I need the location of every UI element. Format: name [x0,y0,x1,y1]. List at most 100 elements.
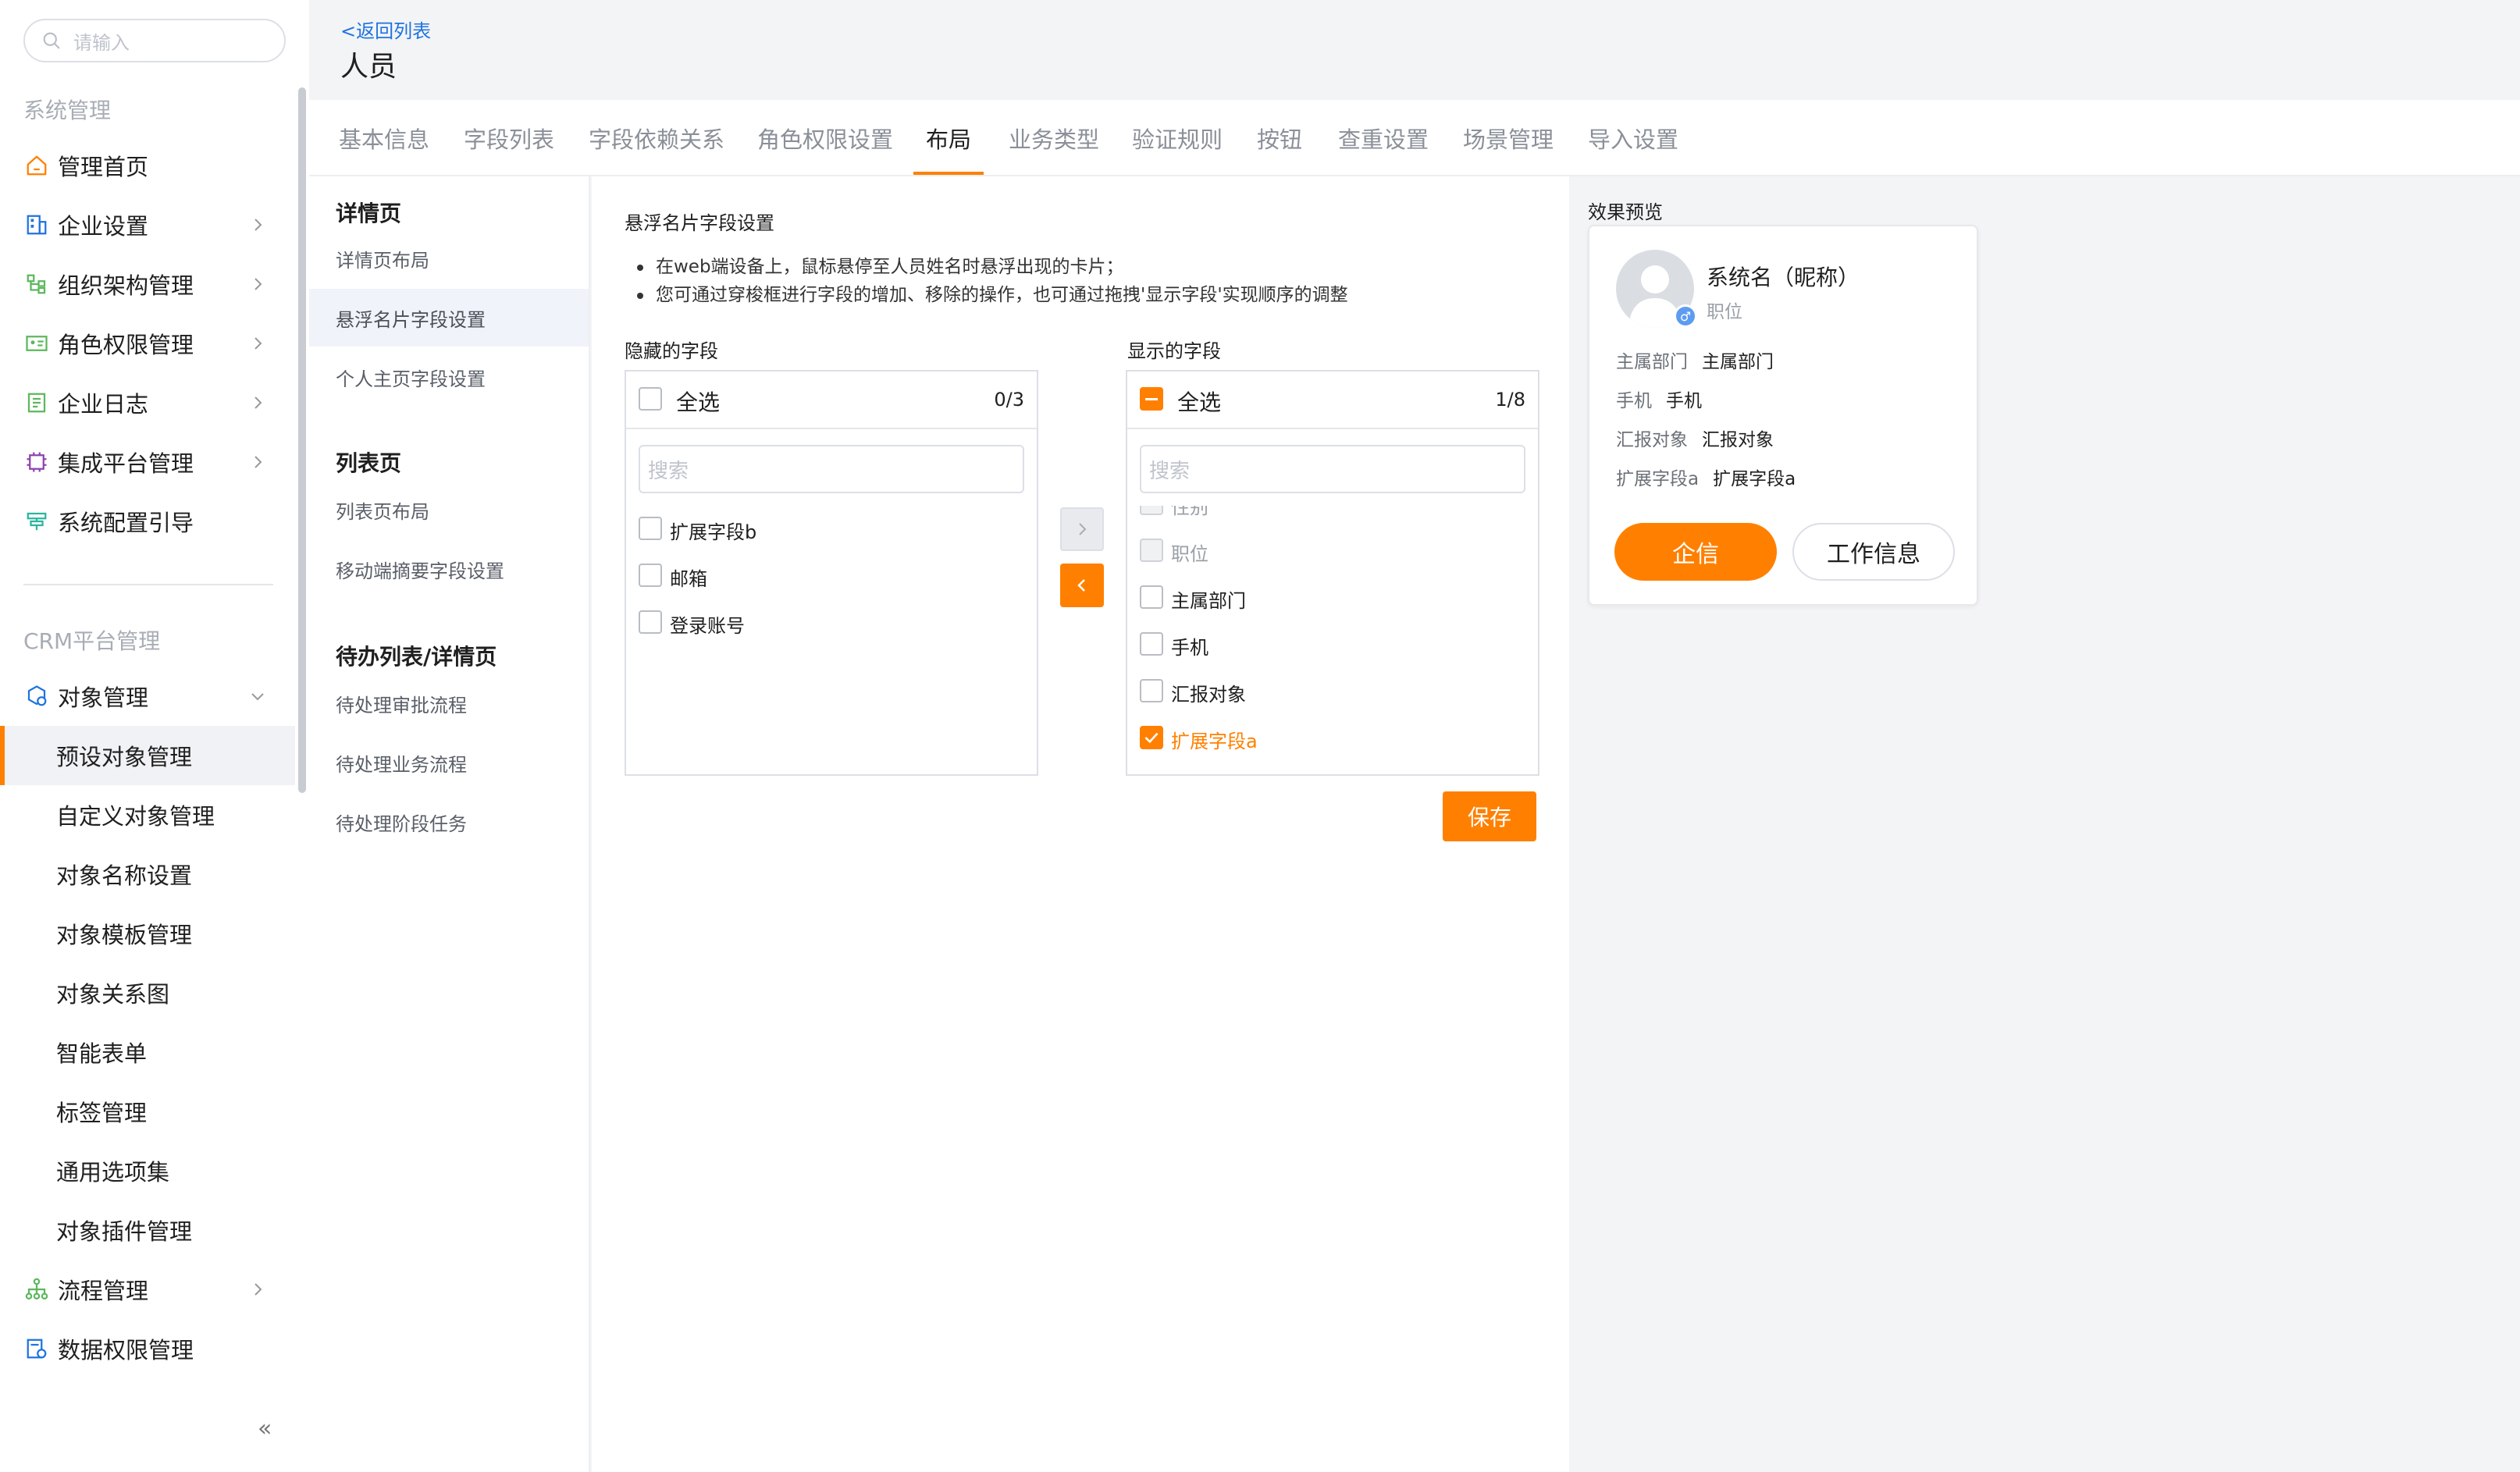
menu-item-todo-stage[interactable]: 待处理阶段任务 [309,793,589,851]
list-item[interactable]: 性别 [1140,506,1514,520]
nav-label: 对象名称设置 [56,862,193,889]
group-title-crm: CRM平台管理 [23,628,161,654]
nav-label: 数据权限管理 [58,1337,194,1364]
move-right-button[interactable] [1060,507,1104,551]
field-checkbox[interactable] [639,517,662,540]
tab-basic-info[interactable]: 基本信息 [339,122,429,155]
list-item[interactable]: 手机 [1140,629,1514,660]
field-label: 扩展字段a [1171,731,1258,752]
hidden-search-input[interactable]: 搜索 [639,445,1024,493]
chevron-right-icon [1079,523,1087,535]
chevron-right-icon [254,456,262,468]
shown-fields-label: 显示的字段 [1127,340,1221,362]
nav-item-enterprise[interactable]: 企业设置 [0,195,295,254]
move-left-button[interactable] [1060,564,1104,607]
tab-buttons[interactable]: 按钮 [1257,122,1302,155]
menu-item-list-layout[interactable]: 列表页布局 [309,481,589,539]
shown-field-list[interactable]: 性别 职位 主属部门 手机 汇报对象 扩展字段a [1127,506,1538,771]
field-checkbox[interactable] [1140,585,1163,609]
tab-field-dependency[interactable]: 字段依赖关系 [589,122,724,155]
nav-item-integration[interactable]: 集成平台管理 [0,432,295,492]
field-checkbox [1140,539,1163,562]
nav-sub-item[interactable]: 自定义对象管理 [0,785,295,844]
tab-business-type[interactable]: 业务类型 [1009,122,1099,155]
shown-search-input[interactable]: 搜索 [1140,445,1525,493]
field-label: 性别 [1171,506,1208,518]
preview-area: 效果预览 ♂ 系统名（昵称） 职位 主属部门 主属部门 手机 手机 汇报对象 汇报对象… [1569,176,2520,1472]
nav-label: 对象模板管理 [56,922,193,948]
work-info-button[interactable]: 工作信息 [1792,523,1955,581]
nav-item-role[interactable]: 角色权限管理 [0,314,295,373]
sidebar-scrollbar[interactable] [298,87,306,793]
back-to-list-link[interactable]: <返回列表 [340,16,431,43]
field-label: 手机 [1171,637,1208,659]
menu-item-todo-approval[interactable]: 待处理审批流程 [309,674,589,732]
tab-field-list[interactable]: 字段列表 [464,122,554,155]
sidebar-search-input[interactable]: 请输入 [23,19,286,62]
nav-item-org[interactable]: 组织架构管理 [0,254,295,314]
list-item[interactable]: 邮箱 [639,560,1013,592]
select-all-checkbox[interactable] [1140,387,1163,411]
list-item[interactable]: 汇报对象 [1140,676,1514,707]
menu-item-hover-card[interactable]: 悬浮名片字段设置 [309,289,589,347]
tab-role-permission[interactable]: 角色权限设置 [757,122,893,155]
log-icon [23,389,50,416]
sidebar: 请输入 系统管理 管理首页 企业设置 组织架构管理 角色权限管理 企业日志 集成… [0,0,309,1472]
list-item[interactable]: 主属部门 [1140,582,1514,613]
nav-item-config-guide[interactable]: 系统配置引导 [0,492,295,551]
nav-item-object-manage[interactable]: 对象管理 [0,667,295,726]
nav-sub-item[interactable]: 智能表单 [0,1022,295,1082]
nav-item-log[interactable]: 企业日志 [0,373,295,432]
list-item[interactable]: 登录账号 [639,607,1013,638]
select-all-checkbox[interactable] [639,387,662,411]
nav-sub-item[interactable]: 预设对象管理 [0,726,295,785]
field-checkbox[interactable] [1140,632,1163,656]
nav-sub-item[interactable]: 对象模板管理 [0,904,295,963]
menu-item-todo-business[interactable]: 待处理业务流程 [309,734,589,791]
field-checkbox[interactable] [639,610,662,634]
field-checkbox[interactable] [639,564,662,587]
id-card-icon [23,330,50,357]
chevron-right-icon [254,278,262,290]
card-role: 职位 [1707,302,1742,322]
nav-item-home[interactable]: 管理首页 [0,136,295,195]
tab-layout[interactable]: 布局 [926,122,971,155]
menu-item-personal-page[interactable]: 个人主页字段设置 [309,348,589,406]
nav-item-flow[interactable]: 流程管理 [0,1260,295,1319]
gender-male-icon: ♂ [1674,304,1697,328]
panel-header: 全选 1/8 [1127,372,1538,429]
selection-count: 1/8 [1495,389,1525,411]
tab-validation-rules[interactable]: 验证规则 [1132,122,1223,155]
save-button[interactable]: 保存 [1443,791,1536,841]
nav-label: 组织架构管理 [58,272,194,299]
nav-sub-item[interactable]: 对象关系图 [0,963,295,1022]
tab-bar: 基本信息 字段列表 字段依赖关系 角色权限设置 布局 业务类型 验证规则 按钮 … [309,100,2520,176]
hidden-field-list: 扩展字段b 邮箱 登录账号 [626,506,1037,771]
menu-item-mobile-summary[interactable]: 移动端摘要字段设置 [309,540,589,598]
chip-icon [23,449,50,475]
list-item[interactable]: 扩展字段b [639,514,1013,545]
field-checkbox[interactable] [1140,679,1163,702]
select-all-label: 全选 [676,389,721,415]
tab-import-settings[interactable]: 导入设置 [1588,122,1678,155]
nav-label: 预设对象管理 [56,744,193,770]
menu-item-detail-layout[interactable]: 详情页布局 [309,229,589,287]
nav-sub-item[interactable]: 对象插件管理 [0,1200,295,1260]
tab-duplicate-check[interactable]: 查重设置 [1338,122,1429,155]
nav-sub-item[interactable]: 标签管理 [0,1082,295,1141]
nav-item-data-perm[interactable]: 数据权限管理 [0,1319,295,1378]
list-item[interactable]: 职位 [1140,535,1514,567]
search-icon [43,32,60,49]
message-button[interactable]: 企信 [1614,523,1777,581]
layout-settings-menu: 详情页 详情页布局 悬浮名片字段设置 个人主页字段设置 列表页 列表页布局 移动… [309,176,590,1472]
list-item[interactable]: 扩展字段a [1140,723,1514,754]
field-checkbox-checked[interactable] [1140,726,1163,749]
select-all-label: 全选 [1177,389,1222,415]
collapse-sidebar-button[interactable]: « [258,1417,281,1441]
nav-sub-item[interactable]: 通用选项集 [0,1141,295,1200]
nav-label: 企业日志 [58,391,149,418]
field-label: 扩展字段b [670,521,757,543]
nav-sub-item[interactable]: 对象名称设置 [0,844,295,904]
card-field-key: 手机 [1616,391,1652,411]
tab-scene-manage[interactable]: 场景管理 [1463,122,1554,155]
